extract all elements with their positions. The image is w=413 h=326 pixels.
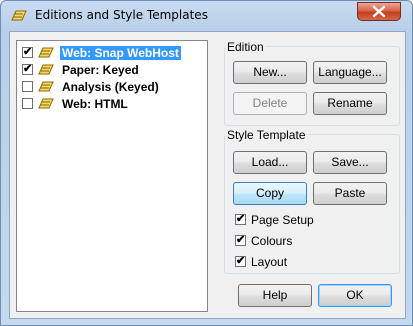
paste-button[interactable]: Paste	[313, 182, 387, 205]
copy-button[interactable]: Copy	[233, 182, 307, 205]
colours-label: Colours	[251, 234, 293, 248]
language-button[interactable]: Language...	[313, 61, 387, 84]
list-item[interactable]: Analysis (Keyed)	[22, 79, 202, 95]
layout-label: Layout	[251, 255, 288, 269]
close-button[interactable]	[357, 2, 401, 21]
edition-checkbox[interactable]	[22, 81, 33, 92]
title-bar[interactable]: Editions and Style Templates	[1, 1, 412, 31]
edition-group: Edition New... Language... Delete Rename	[224, 40, 400, 126]
edition-checkbox[interactable]: ✔	[22, 63, 33, 75]
dialog-client: ✔ Web: Snap WebHost ✔ Paper: Keyed Analy…	[9, 31, 406, 319]
list-item[interactable]: ✔ Paper: Keyed	[22, 62, 202, 78]
close-icon	[372, 5, 386, 18]
edition-icon	[38, 47, 54, 58]
edition-label: Paper: Keyed	[62, 63, 139, 77]
edition-label: Analysis (Keyed)	[62, 80, 159, 94]
edition-label: Web: Snap WebHost	[60, 46, 181, 60]
edition-icon	[38, 64, 54, 75]
edition-icon	[38, 81, 54, 92]
edition-icon	[38, 98, 54, 109]
edition-group-title: Edition	[225, 40, 266, 54]
delete-button[interactable]: Delete	[233, 92, 307, 115]
style-template-group: Style Template Load... Save... Copy Past…	[224, 128, 400, 274]
ok-button[interactable]: OK	[318, 284, 392, 307]
new-button[interactable]: New...	[233, 61, 307, 84]
editions-list[interactable]: ✔ Web: Snap WebHost ✔ Paper: Keyed Analy…	[16, 40, 208, 312]
edition-checkbox[interactable]: ✔	[22, 46, 33, 58]
dialog-window: Editions and Style Templates ✔ Web: Snap…	[0, 0, 413, 326]
page-setup-checkbox[interactable]: ✔	[235, 213, 246, 225]
edition-label: Web: HTML	[62, 97, 128, 111]
colours-checkbox[interactable]: ✔	[235, 234, 246, 246]
list-item[interactable]: ✔ Web: Snap WebHost	[22, 45, 202, 61]
edition-icon	[11, 10, 27, 21]
edition-checkbox[interactable]	[22, 98, 33, 109]
layout-checkbox[interactable]: ✔	[235, 255, 246, 267]
style-template-group-title: Style Template	[225, 128, 308, 142]
list-item[interactable]: Web: HTML	[22, 96, 202, 112]
save-button[interactable]: Save...	[313, 151, 387, 174]
help-button[interactable]: Help	[238, 284, 312, 307]
load-button[interactable]: Load...	[233, 151, 307, 174]
window-title: Editions and Style Templates	[35, 8, 208, 22]
rename-button[interactable]: Rename	[313, 92, 387, 115]
page-setup-label: Page Setup	[251, 213, 314, 227]
